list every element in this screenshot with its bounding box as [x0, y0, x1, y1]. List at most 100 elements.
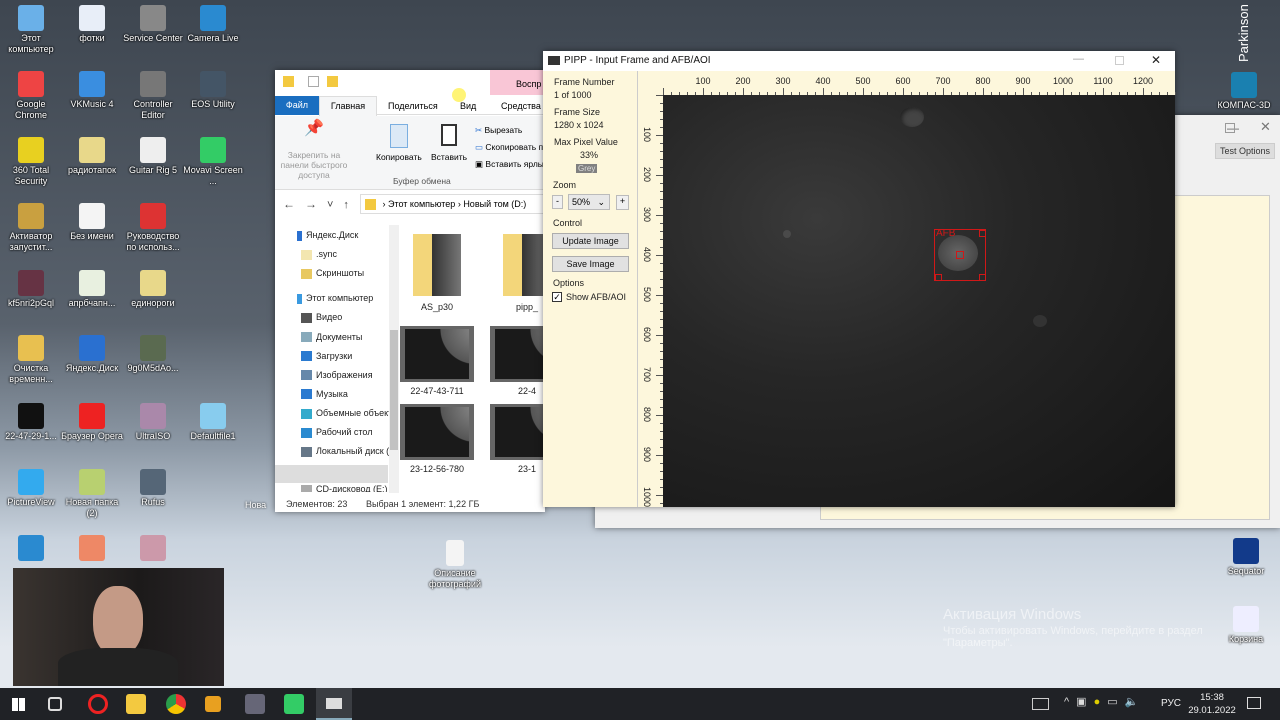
desktop-icon[interactable]: Guitar Rig 5: [122, 137, 184, 176]
desktop-icon[interactable]: EOS Utility: [182, 71, 244, 110]
nav-buttons[interactable]: ←→˅↑: [283, 197, 359, 211]
pin-button[interactable]: 📌 Закрепить на панели быстрого доступа: [279, 121, 349, 181]
show-afb-checkbox[interactable]: ✓: [552, 292, 562, 302]
desktop-icon-recycle-bin[interactable]: Корзина: [1215, 606, 1277, 645]
desktop-icon[interactable]: фотки: [61, 5, 123, 44]
media-player-taskbar-icon[interactable]: [205, 696, 221, 712]
desktop-icon[interactable]: 9g0M5dAo...: [122, 335, 184, 374]
afb-handle[interactable]: [979, 274, 986, 281]
breadcrumb-item[interactable]: Этот компьютер: [388, 199, 455, 209]
desktop-icon[interactable]: Rufus: [122, 469, 184, 508]
explorer-taskbar-icon[interactable]: [126, 694, 146, 714]
desktop-icon[interactable]: единороги: [122, 270, 184, 309]
forward-icon[interactable]: →: [305, 197, 327, 211]
desktop-icon[interactable]: апрбчапн...: [61, 270, 123, 309]
desktop-icon[interactable]: Movavi Screen ...: [182, 137, 244, 187]
back-icon[interactable]: ←: [283, 197, 305, 211]
desktop-icon[interactable]: VKMusic 4: [61, 71, 123, 110]
nav-scrollbar[interactable]: [389, 225, 399, 493]
desktop-icon[interactable]: kf5nri2pGql: [0, 270, 62, 309]
desktop-icon[interactable]: UltraISO: [122, 403, 184, 442]
nav-item[interactable]: Музыка: [301, 389, 348, 400]
maximize-icon[interactable]: [1115, 56, 1124, 65]
windows-start-icon[interactable]: [12, 698, 25, 711]
zoom-in-button[interactable]: +: [616, 195, 629, 210]
copy-button[interactable]: Копировать: [376, 124, 422, 162]
file-item[interactable]: 22-47-43-711: [399, 326, 475, 396]
desktop-icon[interactable]: Активатор запустит...: [0, 203, 62, 253]
volume-icon[interactable]: 🔈: [1125, 696, 1146, 708]
desktop-icon[interactable]: 360 Total Security: [0, 137, 62, 187]
nav-item[interactable]: .sync: [301, 249, 337, 260]
task-view-icon[interactable]: [48, 697, 62, 711]
tab-share[interactable]: Поделиться: [388, 101, 438, 111]
test-options-tab[interactable]: Test Options: [1215, 143, 1275, 159]
afb-box[interactable]: AFB: [934, 228, 986, 281]
file-item[interactable]: 22-4: [489, 326, 545, 396]
file-item[interactable]: 23-12-56-780: [399, 404, 475, 474]
nav-item[interactable]: Документы: [301, 332, 362, 343]
desktop-icon[interactable]: Этот компьютер: [0, 5, 62, 55]
chrome-taskbar-icon[interactable]: [166, 694, 186, 714]
desktop-icon[interactable]: Defaultfile1: [182, 403, 244, 442]
tab-view[interactable]: Вид: [460, 101, 476, 111]
tab-file[interactable]: Файл: [275, 96, 319, 115]
paste-button[interactable]: Вставить: [431, 124, 467, 162]
notifications-icon[interactable]: [1247, 697, 1261, 709]
file-item[interactable]: 23-1: [489, 404, 545, 474]
360-security-icon[interactable]: ●: [1094, 696, 1108, 708]
scrollbar-thumb[interactable]: [390, 330, 398, 450]
desktop-icon[interactable]: Camera Live: [182, 5, 244, 44]
nav-item[interactable]: Изображения: [301, 370, 373, 381]
desktop-icon[interactable]: Браузер Opera: [61, 403, 123, 442]
meet-icon[interactable]: ▣: [1076, 696, 1093, 708]
desktop-icon[interactable]: Очистка временн...: [0, 335, 62, 385]
language-indicator[interactable]: РУС: [1161, 698, 1181, 709]
desktop-icon[interactable]: Service Center: [122, 5, 184, 44]
nav-item[interactable]: Видео: [301, 312, 342, 324]
nav-item[interactable]: Загрузки: [301, 351, 352, 362]
desktop-icon[interactable]: Google Chrome: [0, 71, 62, 121]
minimize-icon[interactable]: —: [1073, 53, 1084, 65]
clock[interactable]: 15:38 29.01.2022: [1188, 691, 1236, 717]
desktop-icon[interactable]: PictureView: [0, 469, 62, 508]
nav-item[interactable]: Этот компьютер: [297, 293, 373, 304]
zoom-select[interactable]: 50% ⌄: [568, 194, 610, 210]
nav-item[interactable]: Локальный диск (C:): [301, 446, 389, 457]
close-icon[interactable]: ✕: [1151, 53, 1161, 67]
desktop-icon[interactable]: радиотапок: [61, 137, 123, 176]
close-icon[interactable]: ✕: [1260, 119, 1271, 135]
app-taskbar-icon[interactable]: [245, 694, 265, 714]
desktop-icon[interactable]: Руководство по использ...: [122, 203, 184, 253]
nav-item[interactable]: Объемные объекты: [301, 408, 389, 419]
desktop-icon[interactable]: Яндекс.Диск: [61, 335, 123, 374]
address-bar[interactable]: › Этот компьютер › Новый том (D:): [360, 194, 545, 214]
desktop-icon[interactable]: 22-47-29-1...: [0, 403, 62, 442]
opera-taskbar-icon[interactable]: [88, 694, 108, 714]
desktop-icon-kompas[interactable]: КОМПАС-3D: [1213, 72, 1275, 111]
tab-tools[interactable]: Средства: [501, 101, 541, 111]
desktop-icon[interactable]: Controller Editor: [122, 71, 184, 121]
breadcrumb-item[interactable]: Новый том (D:): [463, 199, 526, 209]
desktop-icon-description[interactable]: Описание фотографий: [424, 540, 486, 590]
new-folder-icon[interactable]: [327, 76, 338, 87]
news-icon[interactable]: [1032, 698, 1049, 710]
desktop-icon[interactable]: [0, 535, 62, 563]
save-image-button[interactable]: Save Image: [552, 256, 629, 272]
chevron-up-icon[interactable]: ^: [1064, 696, 1076, 708]
pipp-taskbar-button[interactable]: [316, 688, 352, 720]
network-icon[interactable]: ▭: [1107, 696, 1124, 708]
nav-item[interactable]: Яндекс.Диск: [297, 230, 358, 241]
desktop-icon[interactable]: [122, 535, 184, 563]
show-afb-label[interactable]: Show AFB/AOI: [566, 292, 626, 302]
update-image-button[interactable]: Update Image: [552, 233, 629, 249]
properties-icon[interactable]: [308, 76, 319, 87]
nav-item[interactable]: Скриншоты: [301, 268, 364, 279]
nav-item[interactable]: CD-дисковод (E:): [301, 484, 388, 492]
context-tab[interactable]: Воспр: [490, 70, 545, 95]
afb-handle[interactable]: [979, 230, 986, 237]
nav-item[interactable]: Рабочий стол: [301, 427, 373, 438]
file-item[interactable]: pipp_: [489, 230, 545, 312]
zoom-out-button[interactable]: -: [552, 195, 563, 209]
desktop-icon[interactable]: [61, 535, 123, 563]
